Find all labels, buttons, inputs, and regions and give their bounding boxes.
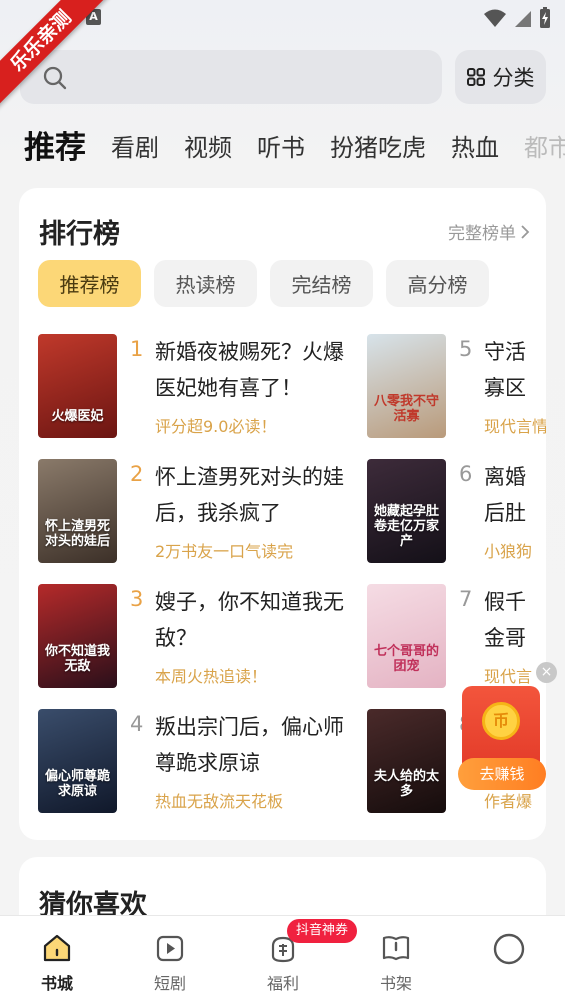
ranking-tabs: 推荐榜 热读榜 完结榜 高分榜 [38, 260, 489, 307]
cover-text: 夫人给的太多 [373, 769, 439, 799]
book-title: 叛出宗门后，偏心师尊跪求原谅 [155, 715, 344, 775]
book-cover: 怀上渣男死对头的娃后 [38, 459, 117, 563]
book-cover: 你不知道我无敌 [38, 584, 117, 688]
book-item[interactable]: 怀上渣男死对头的娃后 2 怀上渣男死对头的娃后，我杀疯了 2万书友一口气读完 [38, 459, 350, 563]
book-item[interactable]: 偏心师尊跪求原谅 4 叛出宗门后，偏心师尊跪求原谅 热血无敌流天花板 [38, 709, 350, 813]
cover-text: 八零我不守活寡 [373, 394, 439, 424]
earn-money-button[interactable]: 去赚钱 [458, 758, 546, 790]
book-title: 新婚夜被赐死？火爆医妃她有喜了！ [155, 340, 344, 400]
rank-number: 7 [459, 587, 473, 611]
status-icons [483, 7, 551, 29]
book-cover: 火爆医妃 [38, 334, 117, 438]
tab-underdog[interactable]: 扮猪吃虎 [330, 126, 426, 170]
book-item[interactable]: 八零我不守活寡 5 守活寡区离婚 现代言情 [367, 334, 546, 438]
book-cover: 八零我不守活寡 [367, 334, 446, 438]
rank-number: 5 [459, 337, 473, 361]
book-tag: 现代言情 [484, 417, 546, 436]
cover-text: 她藏起孕肚卷走亿万家产 [373, 504, 439, 549]
tab-drama[interactable]: 看剧 [111, 126, 159, 170]
book-item[interactable]: 你不知道我无敌 3 嫂子，你不知道我无敌？ 本周火热追读！ [38, 584, 350, 688]
rank-number: 3 [130, 587, 144, 611]
category-label: 分类 [492, 66, 535, 90]
grid-icon [466, 68, 485, 86]
channel-tabs: 推荐 看剧 视频 听书 扮猪吃虎 热血 都市 [24, 122, 565, 170]
tab-audiobook[interactable]: 听书 [257, 126, 305, 170]
book-title: 嫂子，你不知道我无敌？ [155, 590, 344, 650]
rank-number: 4 [130, 712, 144, 736]
ranking-title: 排行榜 [39, 219, 120, 250]
search-input[interactable] [20, 50, 442, 104]
nav-bookstore[interactable]: 书城 [17, 932, 97, 994]
cover-text: 偏心师尊跪求原谅 [44, 769, 110, 799]
book-tag: 评分超9.0必读！ [155, 417, 277, 436]
coin-icon: 币 [482, 702, 520, 740]
nav-short-drama[interactable]: 短剧 [130, 932, 210, 994]
book-cover: 她藏起孕肚卷走亿万家产 [367, 459, 446, 563]
promo-badge: 抖音神券 [287, 919, 358, 943]
book-cover: 夫人给的太多 [367, 709, 446, 813]
full-ranking-label: 完整榜单 [448, 224, 516, 244]
book-title: 怀上渣男死对头的娃后，我杀疯了 [155, 465, 344, 525]
rank-number: 1 [130, 337, 144, 361]
book-tag: 作者爆 [484, 792, 533, 811]
tab-urban[interactable]: 都市 [524, 126, 565, 170]
wifi-icon [484, 9, 506, 27]
bookshelf-icon [382, 936, 410, 961]
book-cover: 七个哥哥的团宠 [367, 584, 446, 688]
nav-label: 书架 [379, 974, 412, 993]
nav-bookshelf[interactable]: 书架 [356, 932, 436, 994]
book-title: 离婚后肚卷走 [484, 465, 526, 525]
tab-hot-blood[interactable]: 热血 [451, 126, 499, 170]
reward-close-button[interactable]: × [536, 662, 557, 683]
book-item[interactable]: 七个哥哥的团宠 7 假千金哥哥的 现代言 [367, 584, 546, 688]
book-item[interactable]: 她藏起孕肚卷走亿万家产 6 离婚后肚卷走 小狼狗 [367, 459, 546, 563]
battery-icon [540, 7, 550, 28]
search-icon [43, 66, 67, 90]
book-tag: 小狼狗 [484, 542, 533, 561]
nav-label: 短剧 [153, 974, 186, 993]
category-button[interactable]: 分类 [455, 50, 546, 104]
tab-recommend[interactable]: 推荐 [24, 126, 86, 170]
cover-text: 你不知道我无敌 [44, 644, 110, 674]
book-cover: 偏心师尊跪求原谅 [38, 709, 117, 813]
signal-icon [515, 11, 531, 27]
book-tag: 热血无敌流天花板 [155, 792, 284, 811]
cover-text: 火爆医妃 [51, 409, 104, 424]
play-icon [156, 935, 184, 962]
nav-label: 书城 [40, 974, 73, 993]
book-tag: 现代言 [484, 667, 533, 686]
chevron-right-icon [521, 224, 530, 239]
rank-tab-hot-read[interactable]: 热读榜 [154, 260, 257, 307]
tab-video[interactable]: 视频 [184, 126, 232, 170]
home-icon [43, 934, 71, 962]
rank-tab-high-score[interactable]: 高分榜 [386, 260, 489, 307]
book-tag: 2万书友一口气读完 [155, 542, 294, 561]
rank-tab-completed[interactable]: 完结榜 [270, 260, 373, 307]
book-tag: 本周火热追读！ [155, 667, 268, 686]
rank-number: 6 [459, 462, 473, 486]
cover-text: 怀上渣男死对头的娃后 [44, 519, 110, 549]
profile-circle-icon [493, 933, 525, 965]
nav-profile[interactable] [469, 932, 549, 972]
bottom-nav: 书城 短剧 福利 书架 抖音神券 [0, 915, 565, 1004]
rank-number: 2 [130, 462, 144, 486]
rank-tab-recommend[interactable]: 推荐榜 [38, 260, 141, 307]
book-title: 守活寡区离婚 [484, 340, 526, 400]
cover-text: 七个哥哥的团宠 [373, 644, 439, 674]
nav-label: 福利 [266, 974, 299, 993]
book-title: 假千金哥哥的 [484, 590, 526, 650]
book-item[interactable]: 火爆医妃 1 新婚夜被赐死？火爆医妃她有喜了！ 评分超9.0必读！ [38, 334, 350, 438]
full-ranking-link[interactable]: 完整榜单 [448, 219, 530, 244]
